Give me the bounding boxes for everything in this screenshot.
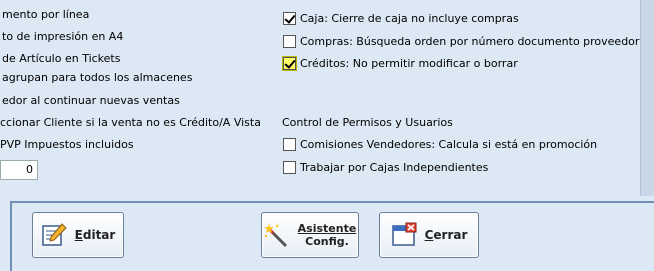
button-bar: Editar Asistente Config. Cerrar	[0, 196, 654, 271]
magic-wand-icon	[263, 223, 287, 248]
panel-right-edge	[640, 0, 654, 196]
comisiones-checkbox[interactable]	[283, 138, 296, 151]
left-option-6[interactable]: ccionar Cliente si la venta no es Crédit…	[0, 116, 261, 129]
close-button[interactable]: Cerrar	[379, 212, 479, 258]
edit-pencil-icon	[41, 223, 67, 246]
edit-button[interactable]: Editar	[32, 212, 124, 258]
config-wizard-button[interactable]: Asistente Config.	[261, 212, 359, 258]
options-panel: mento por línea to de impresión en A4 de…	[0, 0, 654, 196]
numeric-field[interactable]: 0	[0, 160, 38, 180]
caja-checkbox[interactable]	[283, 12, 296, 25]
compras-label: Compras: Búsqueda orden por número docum…	[300, 35, 640, 48]
left-option-4[interactable]: agrupan para todos los almacenes	[2, 71, 192, 84]
permissions-section-title: Control de Permisos y Usuarios	[282, 116, 453, 129]
creditos-checkbox[interactable]	[282, 56, 297, 71]
left-option-3[interactable]: de Artículo en Tickets	[2, 52, 120, 65]
left-option-2[interactable]: to de impresión en A4	[2, 30, 123, 43]
left-option-1[interactable]: mento por línea	[2, 8, 89, 21]
caja-label: Caja: Cierre de caja no incluye compras	[300, 12, 519, 25]
edit-button-label: Editar	[74, 228, 116, 242]
comisiones-label: Comisiones Vendedores: Calcula si está e…	[300, 138, 598, 151]
cajas-independientes-label: Trabajar por Cajas Independientes	[300, 161, 489, 174]
creditos-label: Créditos: No permitir modificar o borrar	[300, 57, 518, 70]
left-option-5[interactable]: edor al continuar nuevas ventas	[2, 94, 180, 107]
close-button-label: Cerrar	[424, 228, 468, 242]
compras-checkbox[interactable]	[283, 35, 296, 48]
config-wizard-label: Asistente Config.	[297, 222, 357, 248]
cajas-independientes-checkbox[interactable]	[283, 161, 296, 174]
close-window-icon	[391, 222, 417, 246]
left-option-7[interactable]: PVP Impuestos incluidos	[0, 138, 134, 151]
